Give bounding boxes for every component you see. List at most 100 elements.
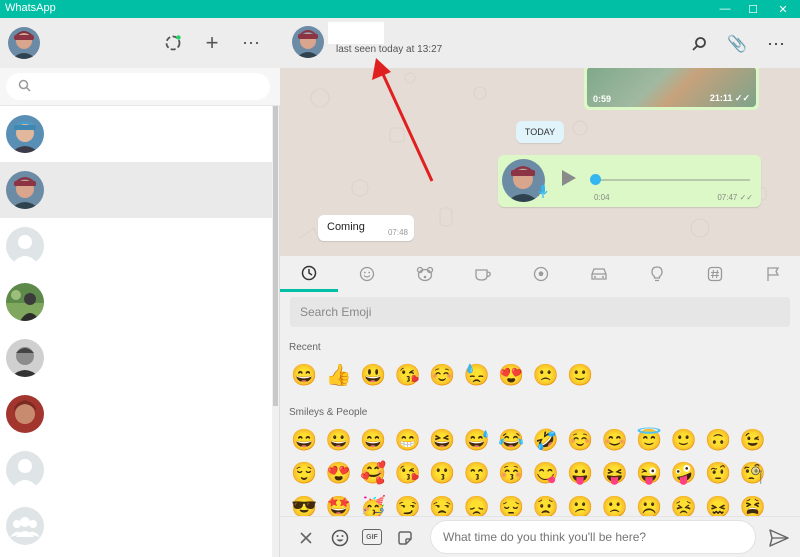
status-icon[interactable] xyxy=(162,32,184,54)
message-input[interactable] xyxy=(430,520,756,554)
emoji-button[interactable]: 😇 xyxy=(636,427,671,455)
sidebar-menu-button[interactable]: ⋯ xyxy=(240,32,262,54)
emoji-button[interactable]: 😌 xyxy=(291,460,326,488)
emoji-button[interactable]: 😍 xyxy=(498,362,533,390)
tab-activity[interactable] xyxy=(512,256,570,292)
emoji-button[interactable]: 😜 xyxy=(636,460,671,488)
emoji-button[interactable]: 😎 xyxy=(291,494,326,516)
send-icon[interactable] xyxy=(768,527,790,549)
chat-list-scrollbar[interactable] xyxy=(272,106,279,557)
emoji-button[interactable]: 🤣 xyxy=(533,427,568,455)
emoji-button[interactable]: 😀 xyxy=(326,427,361,455)
voice-progress-handle[interactable] xyxy=(590,174,601,185)
chat-item[interactable] xyxy=(0,330,272,386)
emoji-button[interactable]: 😕 xyxy=(567,494,602,516)
emoji-button[interactable]: ☺️ xyxy=(429,362,464,390)
emoji-button[interactable]: 😃 xyxy=(360,362,395,390)
tab-flags[interactable] xyxy=(744,256,800,292)
emoji-button[interactable]: 😞 xyxy=(464,494,499,516)
emoji-button[interactable]: 😔 xyxy=(498,494,533,516)
emoji-toggle-icon[interactable] xyxy=(329,527,351,549)
chat-item[interactable] xyxy=(0,274,272,330)
emoji-button[interactable]: 😄 xyxy=(291,427,326,455)
emoji-button[interactable]: 😗 xyxy=(429,460,464,488)
chat-item-selected[interactable] xyxy=(0,162,272,218)
conversation-header[interactable]: last seen today at 13:27 📎 ⋯ xyxy=(280,18,800,68)
emoji-button[interactable]: 🤪 xyxy=(671,460,706,488)
emoji-button[interactable]: 😓 xyxy=(464,362,499,390)
emoji-button[interactable]: 😍 xyxy=(326,460,361,488)
sticker-icon[interactable] xyxy=(394,527,416,549)
emoji-button[interactable]: ☹️ xyxy=(636,494,671,516)
emoji-button[interactable]: 🤨 xyxy=(705,460,740,488)
my-avatar[interactable] xyxy=(8,27,40,59)
new-chat-button[interactable]: + xyxy=(201,30,223,55)
tab-objects[interactable] xyxy=(628,256,686,292)
play-button[interactable] xyxy=(562,170,576,186)
incoming-text-message[interactable]: Coming 07:48 xyxy=(318,215,414,241)
tab-animals[interactable] xyxy=(396,256,454,292)
chat-item[interactable] xyxy=(0,218,272,274)
tab-smileys[interactable] xyxy=(338,256,396,292)
emoji-button[interactable]: 😋 xyxy=(533,460,568,488)
emoji-button[interactable]: 🙁 xyxy=(602,494,637,516)
close-window-button[interactable]: ✕ xyxy=(768,0,798,18)
emoji-button[interactable]: 😉 xyxy=(740,427,775,455)
voice-message[interactable]: 0:04 07:47 ✓✓ xyxy=(498,155,761,207)
emoji-button[interactable]: 😘 xyxy=(395,460,430,488)
scrollbar-thumb[interactable] xyxy=(273,106,278,406)
emoji-button[interactable]: 😒 xyxy=(429,494,464,516)
emoji-button[interactable]: 👍 xyxy=(326,362,361,390)
emoji-button[interactable]: 😝 xyxy=(602,460,637,488)
gif-button[interactable]: GIF xyxy=(362,529,382,545)
emoji-button[interactable]: 😄 xyxy=(360,427,395,455)
emoji-button[interactable]: 😅 xyxy=(464,427,499,455)
chat-item[interactable] xyxy=(0,498,272,554)
emoji-button[interactable]: 😖 xyxy=(705,494,740,516)
maximize-button[interactable]: ☐ xyxy=(738,0,768,18)
emoji-button[interactable]: ☺️ xyxy=(567,427,602,455)
message-area[interactable]: 0:59 21:11 ✓✓ TODAY 0:04 07:47 ✓✓ Coming… xyxy=(280,68,800,256)
tab-travel[interactable] xyxy=(570,256,628,292)
video-message[interactable]: 0:59 21:11 ✓✓ xyxy=(584,68,759,110)
tab-symbols[interactable] xyxy=(686,256,744,292)
video-thumbnail[interactable]: 0:59 21:11 ✓✓ xyxy=(587,68,756,107)
emoji-button[interactable]: 😫 xyxy=(740,494,775,516)
emoji-button[interactable]: 😛 xyxy=(567,460,602,488)
window-titlebar: WhatsApp — ☐ ✕ xyxy=(0,0,800,18)
emoji-button[interactable]: 🥰 xyxy=(360,460,395,488)
emoji-button[interactable]: 🙂 xyxy=(567,362,602,390)
emoji-button[interactable]: 😏 xyxy=(395,494,430,516)
chat-item[interactable] xyxy=(0,442,272,498)
conversation-menu-button[interactable]: ⋯ xyxy=(765,33,787,55)
close-emoji-panel-icon[interactable] xyxy=(295,527,317,549)
chat-item[interactable] xyxy=(0,386,272,442)
attach-button[interactable]: 📎 xyxy=(726,33,748,55)
section-label-recent: Recent xyxy=(289,342,321,353)
emoji-button[interactable]: 😙 xyxy=(464,460,499,488)
search-icon[interactable] xyxy=(688,33,710,55)
emoji-button[interactable]: 😊 xyxy=(602,427,637,455)
chat-item[interactable] xyxy=(0,106,272,162)
emoji-button[interactable]: 🧐 xyxy=(740,460,775,488)
tab-food[interactable] xyxy=(454,256,512,292)
emoji-button[interactable]: 🙃 xyxy=(705,427,740,455)
emoji-button[interactable]: 😂 xyxy=(498,427,533,455)
minimize-button[interactable]: — xyxy=(710,0,740,18)
emoji-search-input[interactable]: Search Emoji xyxy=(290,297,790,327)
emoji-button[interactable]: 😁 xyxy=(395,427,430,455)
emoji-button[interactable]: 😟 xyxy=(533,494,568,516)
contact-avatar[interactable] xyxy=(292,26,324,58)
emoji-button[interactable]: 😣 xyxy=(671,494,706,516)
emoji-button[interactable]: 😘 xyxy=(395,362,430,390)
emoji-button[interactable]: 🥳 xyxy=(360,494,395,516)
emoji-button[interactable]: 😆 xyxy=(429,427,464,455)
emoji-button[interactable]: 😄 xyxy=(291,362,326,390)
chat-search-input[interactable] xyxy=(6,73,270,100)
emoji-button[interactable]: 🙂 xyxy=(671,427,706,455)
voice-progress-track[interactable] xyxy=(594,179,750,181)
tab-recent[interactable] xyxy=(280,256,338,292)
emoji-button[interactable]: 😚 xyxy=(498,460,533,488)
emoji-button[interactable]: 🙁 xyxy=(533,362,568,390)
emoji-button[interactable]: 🤩 xyxy=(326,494,361,516)
